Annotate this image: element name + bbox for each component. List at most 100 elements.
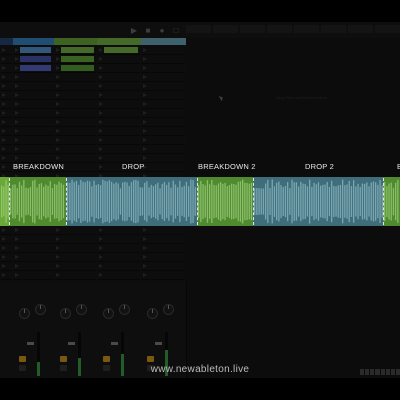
clip-slot[interactable]: [55, 271, 96, 280]
clip-slot[interactable]: [14, 109, 53, 118]
track-activator-button[interactable]: [19, 356, 26, 362]
clip[interactable]: [20, 47, 51, 53]
clip-slot[interactable]: [14, 253, 53, 262]
clip-slot[interactable]: [14, 271, 53, 280]
clip-launch-icon[interactable]: [2, 48, 6, 52]
clip-launch-icon[interactable]: [143, 93, 147, 97]
clip-launch-icon[interactable]: [99, 264, 103, 268]
clip-slot[interactable]: [98, 244, 140, 253]
clip-slot[interactable]: [1, 118, 12, 127]
clip-launch-icon[interactable]: [56, 57, 60, 61]
clip-slot[interactable]: [142, 235, 185, 244]
clip-slot[interactable]: [14, 145, 53, 154]
clip-slot[interactable]: [55, 145, 96, 154]
clip-launch-icon[interactable]: [99, 66, 103, 70]
clip-launch-icon[interactable]: [99, 93, 103, 97]
clip-slot[interactable]: [142, 64, 185, 73]
clip-launch-icon[interactable]: [143, 57, 147, 61]
clip-slot[interactable]: [142, 271, 185, 280]
clip-launch-icon[interactable]: [143, 264, 147, 268]
control-button[interactable]: [267, 25, 292, 33]
clip-launch-icon[interactable]: [2, 129, 6, 133]
clip-slot[interactable]: [142, 136, 185, 145]
clip-slot[interactable]: [1, 100, 12, 109]
volume-fader[interactable]: [27, 342, 34, 345]
track-header[interactable]: [0, 38, 13, 45]
clip-slot[interactable]: [55, 226, 96, 235]
clip-launch-icon[interactable]: [99, 273, 103, 277]
clip-launch-icon[interactable]: [143, 273, 147, 277]
clip-slot[interactable]: [98, 55, 140, 64]
clip-launch-icon[interactable]: [15, 48, 19, 52]
clip-slot[interactable]: [98, 73, 140, 82]
clip-launch-icon[interactable]: [99, 48, 103, 52]
clip-launch-icon[interactable]: [56, 129, 60, 133]
clip-slot[interactable]: [55, 46, 96, 55]
clip-slot[interactable]: [98, 145, 140, 154]
clip[interactable]: [20, 65, 51, 71]
clip-launch-icon[interactable]: [15, 147, 19, 151]
clip-launch-icon[interactable]: [143, 237, 147, 241]
clip-launch-icon[interactable]: [2, 264, 6, 268]
clip-launch-icon[interactable]: [15, 156, 19, 160]
clip-launch-icon[interactable]: [56, 147, 60, 151]
clip-launch-icon[interactable]: [56, 84, 60, 88]
clip-slot[interactable]: [1, 226, 12, 235]
control-button[interactable]: [321, 25, 346, 33]
track-activator-button[interactable]: [147, 356, 154, 362]
clip-slot[interactable]: [14, 127, 53, 136]
clip-slot[interactable]: [142, 244, 185, 253]
clip-slot[interactable]: [55, 109, 96, 118]
clip-launch-icon[interactable]: [2, 156, 6, 160]
clip-launch-icon[interactable]: [143, 129, 147, 133]
clip-launch-icon[interactable]: [2, 138, 6, 142]
clip-slot[interactable]: [14, 136, 53, 145]
pan-knob-icon[interactable]: [119, 304, 130, 315]
clip-launch-icon[interactable]: [56, 102, 60, 106]
clip-slot[interactable]: [1, 109, 12, 118]
clip-launch-icon[interactable]: [15, 255, 19, 259]
control-button[interactable]: [186, 25, 211, 33]
clip-launch-icon[interactable]: [15, 264, 19, 268]
clip-launch-icon[interactable]: [56, 111, 60, 115]
volume-fader[interactable]: [68, 342, 75, 345]
clip-slot[interactable]: [1, 91, 12, 100]
clip-slot[interactable]: [142, 91, 185, 100]
clip-slot[interactable]: [142, 109, 185, 118]
clip-launch-icon[interactable]: [2, 57, 6, 61]
clip-slot[interactable]: [55, 100, 96, 109]
clip-launch-icon[interactable]: [143, 138, 147, 142]
clip-slot[interactable]: [55, 127, 96, 136]
control-button[interactable]: [294, 25, 319, 33]
clip-slot[interactable]: [55, 91, 96, 100]
clip-launch-icon[interactable]: [15, 75, 19, 79]
clip-slot[interactable]: [98, 226, 140, 235]
clip-slot[interactable]: [1, 127, 12, 136]
send-knob-icon[interactable]: [19, 308, 30, 319]
track-activator-button[interactable]: [103, 356, 110, 362]
clip-slot[interactable]: [14, 235, 53, 244]
clip-launch-icon[interactable]: [143, 147, 147, 151]
clip-launch-icon[interactable]: [15, 138, 19, 142]
clip-launch-icon[interactable]: [2, 111, 6, 115]
pan-knob-icon[interactable]: [35, 304, 46, 315]
clip-launch-icon[interactable]: [56, 246, 60, 250]
clip-slot[interactable]: [1, 271, 12, 280]
clip-launch-icon[interactable]: [2, 93, 6, 97]
clip-slot[interactable]: [98, 100, 140, 109]
clip-launch-icon[interactable]: [143, 84, 147, 88]
send-knob-icon[interactable]: [147, 308, 158, 319]
clip-slot[interactable]: [14, 91, 53, 100]
clip-slot[interactable]: [55, 55, 96, 64]
clip-slot[interactable]: [142, 226, 185, 235]
clip-slot[interactable]: [55, 253, 96, 262]
clip-launch-icon[interactable]: [2, 84, 6, 88]
clip-slot[interactable]: [142, 55, 185, 64]
clip-launch-icon[interactable]: [143, 246, 147, 250]
clip-slot[interactable]: [1, 46, 12, 55]
clip[interactable]: [61, 65, 94, 71]
clip-slot[interactable]: [1, 154, 12, 163]
clip-launch-icon[interactable]: [2, 255, 6, 259]
clip-launch-icon[interactable]: [56, 93, 60, 97]
clip-slot[interactable]: [14, 64, 53, 73]
